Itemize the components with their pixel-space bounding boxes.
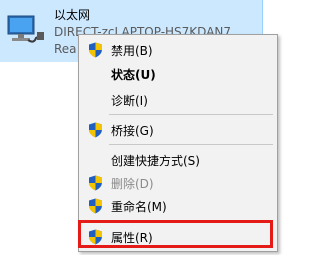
uac-shield-icon (89, 198, 102, 214)
adapter-name: 以太网 (54, 8, 91, 22)
menu-item-rename[interactable]: 重命名(M) (79, 195, 277, 217)
menu-item-label: 状态(U) (111, 68, 156, 82)
menu-item-label: 重命名(M) (111, 200, 167, 214)
menu-separator (109, 144, 273, 145)
adapter-status: Rea (54, 42, 77, 56)
uac-shield-icon (89, 175, 102, 191)
network-adapter-icon (7, 15, 44, 43)
uac-shield-icon (89, 122, 102, 138)
uac-shield-icon (89, 42, 102, 58)
properties-highlight-annotation (78, 220, 273, 248)
menu-item-diagnose[interactable]: 诊断(I) (79, 89, 277, 111)
menu-item-label: 创建快捷方式(S) (111, 154, 200, 168)
menu-item-label: 禁用(B) (111, 44, 153, 58)
menu-item-delete: 删除(D) (79, 172, 277, 194)
menu-item-label: 诊断(I) (111, 94, 148, 108)
menu-item-create-shortcut[interactable]: 创建快捷方式(S) (79, 149, 277, 171)
menu-item-label: 桥接(G) (111, 124, 154, 138)
menu-item-label: 删除(D) (111, 177, 154, 191)
menu-separator (109, 114, 273, 115)
menu-item-status[interactable]: 状态(U) (79, 63, 277, 85)
menu-item-bridge[interactable]: 桥接(G) (79, 119, 277, 141)
menu-item-disable[interactable]: 禁用(B) (79, 39, 277, 61)
